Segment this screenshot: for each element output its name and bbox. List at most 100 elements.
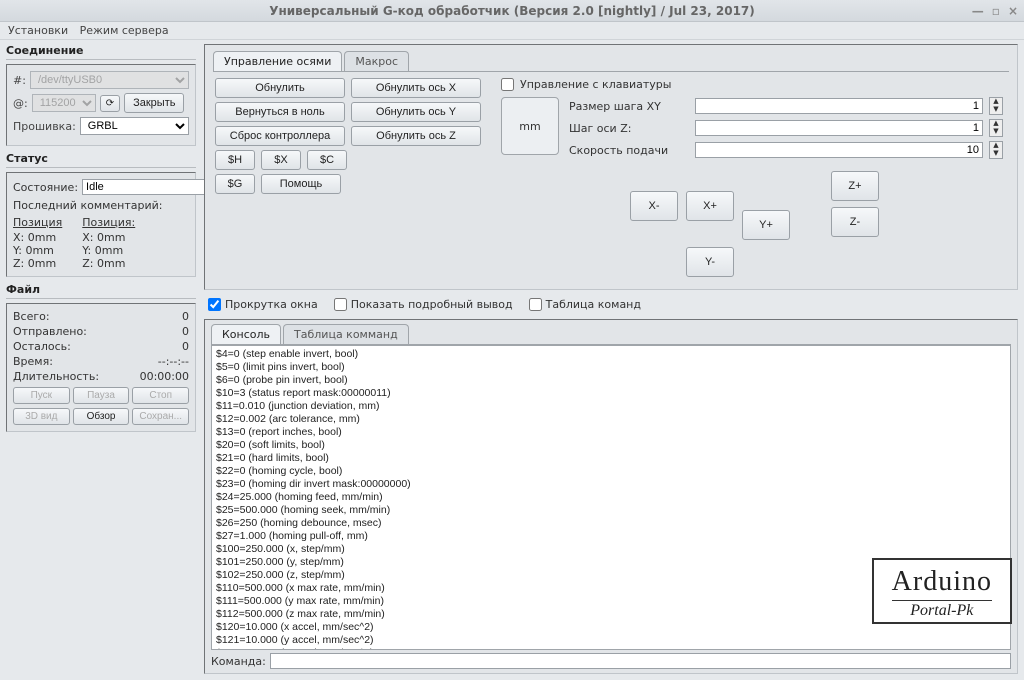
unit-toggle[interactable]: mm — [501, 97, 559, 155]
reset-button[interactable]: Обнулить — [215, 78, 345, 98]
jog-y-minus[interactable]: Y- — [686, 247, 734, 277]
connection-title: Соединение — [6, 44, 196, 60]
sx-button[interactable]: $X — [261, 150, 301, 170]
file-remain-label: Осталось: — [13, 340, 71, 353]
console-line: $121=10.000 (y accel, mm/sec^2) — [216, 634, 1006, 647]
return-zero-button[interactable]: Вернуться в ноль — [215, 102, 345, 122]
state-label: Состояние: — [13, 181, 78, 194]
reset-controller-button[interactable]: Сброс контроллера — [215, 126, 345, 146]
file-title: Файл — [6, 283, 196, 299]
console-line: $10=3 (status report mask:00000011) — [216, 387, 1006, 400]
zero-z-button[interactable]: Обнулить ось Z — [351, 126, 481, 146]
file-dur-label: Длительность: — [13, 370, 99, 383]
view-options: Прокрутка окна Показать подробный вывод … — [204, 296, 1018, 313]
console-line: $20=0 (soft limits, bool) — [216, 439, 1006, 452]
maximize-icon[interactable]: ▫ — [992, 4, 1000, 18]
console-line: $27=1.000 (homing pull-off, mm) — [216, 530, 1006, 543]
status-title: Статус — [6, 152, 196, 168]
console-line: $21=0 (hard limits, bool) — [216, 452, 1006, 465]
port-label: #: — [13, 74, 26, 87]
file-remain-value: 0 — [182, 340, 189, 353]
pos-b-y: Y: 0mm — [82, 244, 135, 257]
console-line: $12=0.002 (arc tolerance, mm) — [216, 413, 1006, 426]
console-line: $13=0 (report inches, bool) — [216, 426, 1006, 439]
cmdtable-label: Таблица команд — [546, 298, 641, 311]
feed-label: Скорость подачи — [569, 144, 689, 157]
console-line: $26=250 (homing debounce, msec) — [216, 517, 1006, 530]
watermark: Arduino Portal-Pk — [872, 558, 1012, 624]
last-comment-label: Последний комментарий: — [13, 199, 189, 212]
close-connection-button[interactable]: Закрыть — [124, 93, 184, 113]
refresh-icon[interactable] — [100, 95, 120, 112]
pos-b-x: X: 0mm — [82, 231, 135, 244]
scroll-label: Прокрутка окна — [225, 298, 318, 311]
baud-label: @: — [13, 97, 28, 110]
step-z-spinner[interactable]: ▲▼ — [989, 119, 1003, 137]
stop-button[interactable]: Стоп — [132, 387, 189, 404]
console-line: $24=25.000 (homing feed, mm/min) — [216, 491, 1006, 504]
console-line: $122=10.000 (z accel, mm/sec^2) — [216, 647, 1006, 650]
command-label: Команда: — [211, 655, 266, 668]
help-button[interactable]: Помощь — [261, 174, 341, 194]
console-line: $11=0.010 (junction deviation, mm) — [216, 400, 1006, 413]
title-bar: Универсальный G-код обработчик (Версия 2… — [0, 0, 1024, 22]
menu-server-mode[interactable]: Режим сервера — [80, 24, 169, 37]
sg-button[interactable]: $G — [215, 174, 255, 194]
keyboard-control-checkbox[interactable] — [501, 78, 514, 91]
console-line: $4=0 (step enable invert, bool) — [216, 348, 1006, 361]
zero-y-button[interactable]: Обнулить ось Y — [351, 102, 481, 122]
close-icon[interactable]: × — [1008, 4, 1018, 18]
menu-settings[interactable]: Установки — [8, 24, 68, 37]
file-time-value: --:--:-- — [158, 355, 189, 368]
scroll-checkbox[interactable] — [208, 298, 221, 311]
port-select[interactable]: /dev/ttyUSB0 — [30, 71, 189, 89]
browse-button[interactable]: Обзор — [73, 408, 130, 425]
pause-button[interactable]: Пауза — [73, 387, 130, 404]
verbose-checkbox[interactable] — [334, 298, 347, 311]
console-line: $6=0 (probe pin invert, bool) — [216, 374, 1006, 387]
view3d-button[interactable]: 3D вид — [13, 408, 70, 425]
baud-select[interactable]: 115200 — [32, 94, 96, 112]
jog-z-plus[interactable]: Z+ — [831, 171, 879, 201]
cmdtable-checkbox[interactable] — [529, 298, 542, 311]
sc-button[interactable]: $C — [307, 150, 347, 170]
jog-y-plus[interactable]: Y+ — [742, 210, 790, 240]
pos-a-header: Позиция — [13, 216, 62, 229]
tab-axes[interactable]: Управление осями — [213, 51, 342, 71]
window-controls: — ▫ × — [972, 4, 1018, 18]
file-sent-value: 0 — [182, 325, 189, 338]
keyboard-control-label: Управление с клавиатуры — [520, 78, 671, 91]
connection-panel: Соединение #: /dev/ttyUSB0 @: 115200 Зак… — [6, 44, 196, 146]
firmware-label: Прошивка: — [13, 120, 76, 133]
axis-control-panel: Управление осями Макрос Обнулить Обнулит… — [204, 44, 1018, 290]
status-panel: Статус Состояние: Последний комментарий:… — [6, 152, 196, 277]
step-z-input[interactable] — [695, 120, 983, 136]
start-button[interactable]: Пуск — [13, 387, 70, 404]
minimize-icon[interactable]: — — [972, 4, 984, 18]
step-xy-input[interactable] — [695, 98, 983, 114]
file-sent-label: Отправлено: — [13, 325, 87, 338]
tab-cmdtable[interactable]: Таблица комманд — [283, 324, 409, 344]
pos-b-header: Позиция: — [82, 216, 135, 229]
console-line: $23=0 (homing dir invert mask:00000000) — [216, 478, 1006, 491]
tab-console[interactable]: Консоль — [211, 324, 281, 344]
pos-a-x: X: 0mm — [13, 231, 62, 244]
firmware-select[interactable]: GRBL — [80, 117, 189, 135]
feed-input[interactable] — [695, 142, 983, 158]
jog-x-plus[interactable]: X+ — [686, 191, 734, 221]
jog-z-minus[interactable]: Z- — [831, 207, 879, 237]
jog-x-minus[interactable]: X- — [630, 191, 678, 221]
command-input[interactable] — [270, 653, 1011, 669]
pos-a-z: Z: 0mm — [13, 257, 62, 270]
window-title: Универсальный G-код обработчик (Версия 2… — [269, 4, 755, 18]
zero-x-button[interactable]: Обнулить ось X — [351, 78, 481, 98]
save-button[interactable]: Сохран... — [132, 408, 189, 425]
console-line: $22=0 (homing cycle, bool) — [216, 465, 1006, 478]
sh-button[interactable]: $H — [215, 150, 255, 170]
feed-spinner[interactable]: ▲▼ — [989, 141, 1003, 159]
console-line: $5=0 (limit pins invert, bool) — [216, 361, 1006, 374]
tab-macros[interactable]: Макрос — [344, 51, 409, 71]
step-z-label: Шаг оси Z: — [569, 122, 689, 135]
step-xy-spinner[interactable]: ▲▼ — [989, 97, 1003, 115]
file-total-value: 0 — [182, 310, 189, 323]
